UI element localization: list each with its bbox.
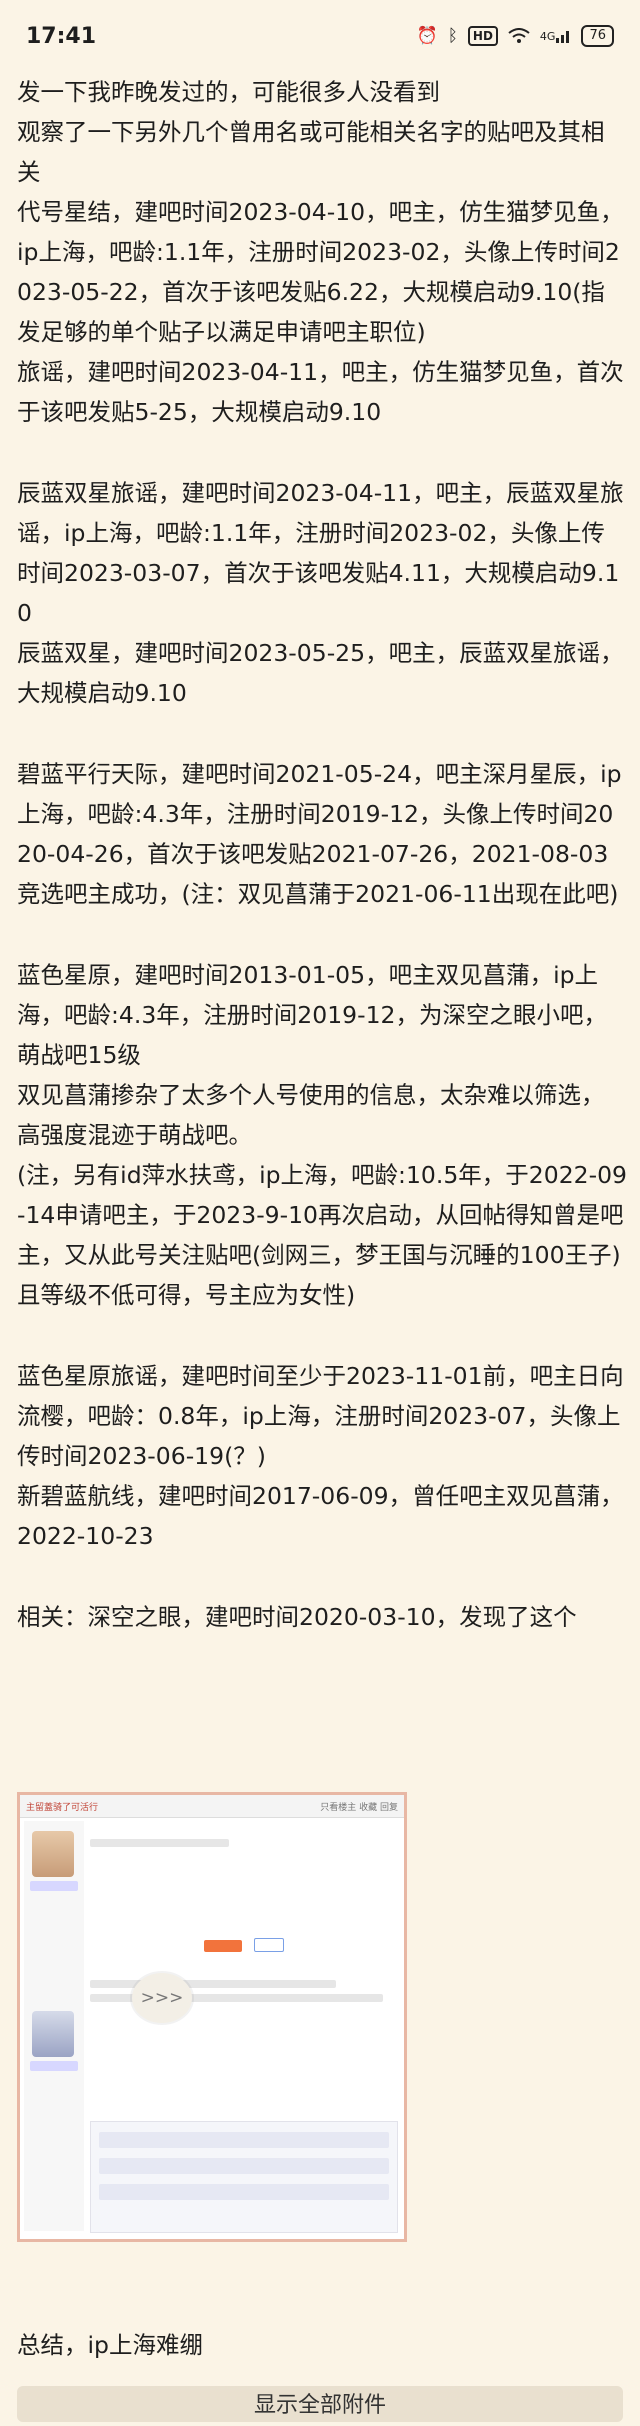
reply-row (99, 2184, 389, 2200)
paragraph: 旅谣，建吧时间2023-04-11，吧主，仿生猫梦见鱼，首次于该吧发贴5-25，… (17, 358, 624, 426)
reply-row (99, 2132, 389, 2148)
paragraph: 蓝色星原旅谣，建吧时间至少于2023-11-01前，吧主日向流樱，吧龄：0.8年… (17, 1362, 624, 1470)
wifi-icon (508, 28, 530, 44)
alarm-icon: ⏰ (416, 26, 438, 46)
paragraph: 辰蓝双星，建吧时间2023-05-25，吧主，辰蓝双星旅谣，大规模启动9.10 (17, 639, 624, 707)
reply-box (90, 2121, 398, 2233)
paragraph: 碧蓝平行天际，建吧时间2021-05-24，吧主深月星辰，ip上海，吧龄:4.3… (17, 760, 622, 908)
bluetooth-icon: ᛒ (447, 26, 458, 46)
blue-button (253, 1938, 284, 1952)
status-icons: ⏰ ᛒ HD 4G 76 (417, 25, 614, 47)
attachment-post-body (90, 1821, 398, 2233)
orange-button (204, 1940, 243, 1952)
paragraph: 辰蓝双星旅谣，建吧时间2023-04-11，吧主，辰蓝双星旅谣，ip上海，吧龄:… (17, 479, 624, 627)
post-line (90, 1980, 337, 1988)
paragraph: 蓝色星原，建吧时间2013-01-05，吧主双见菖蒲，ip上海，吧龄:4.3年，… (17, 961, 607, 1069)
attachment-header-right: 只看楼主 收藏 回复 (320, 1802, 398, 1813)
paragraph: 双见菖蒲掺杂了太多个人号使用的信息，太杂难以筛选，高强度混迹于萌战吧。 (17, 1081, 605, 1149)
paragraph: 新碧蓝航线，建吧时间2017-06-09，曾任吧主双见菖蒲，2022-10-23 (17, 1482, 624, 1550)
reply-row (99, 2158, 389, 2174)
post-line (90, 1839, 229, 1847)
signal-label: 4G (539, 29, 556, 43)
expand-more-button[interactable]: >>> (132, 1973, 192, 2023)
status-time: 17:41 (26, 23, 97, 49)
post-actions (90, 1937, 398, 1956)
battery-icon: 76 (581, 25, 614, 47)
show-all-attachments-button[interactable]: 显示全部附件 (17, 2386, 623, 2422)
attachment-topbar: 主留蓋骑了可活行 只看楼主 收藏 回复 (20, 1795, 404, 1818)
attachment-user-column (24, 1821, 84, 2231)
paragraph: 观察了一下另外几个曾用名或可能相关名字的贴吧及其相关 (17, 118, 605, 186)
avatar (32, 1831, 74, 1877)
summary-text: 总结，ip上海难绷 (17, 2331, 203, 2359)
paragraph: 代号星结，建吧时间2023-04-10，吧主，仿生猫梦见鱼，ip上海，吧龄:1.… (17, 198, 624, 346)
post-content: 发一下我昨晚发过的，可能很多人没看到 观察了一下另外几个曾用名或可能相关名字的贴… (17, 72, 627, 1637)
attachment-image[interactable]: 主留蓋骑了可活行 只看楼主 收藏 回复 >>> (17, 1792, 407, 2242)
paragraph: 相关：深空之眼，建吧时间2020-03-10，发现了这个 (17, 1603, 577, 1631)
hd-icon: HD (467, 26, 498, 46)
signal-icon: 4G (540, 28, 572, 44)
user-tag (30, 2061, 78, 2071)
user-tag (30, 1881, 78, 1891)
attachment-header-left: 主留蓋骑了可活行 (26, 1802, 99, 1813)
status-bar: 17:41 ⏰ ᛒ HD 4G 76 (0, 0, 640, 72)
avatar (32, 2011, 74, 2057)
paragraph: (注，另有id萍水扶鸢，ip上海，吧龄:10.5年，于2022-09-14申请吧… (17, 1161, 627, 1309)
paragraph: 发一下我昨晚发过的，可能很多人没看到 (17, 78, 440, 106)
